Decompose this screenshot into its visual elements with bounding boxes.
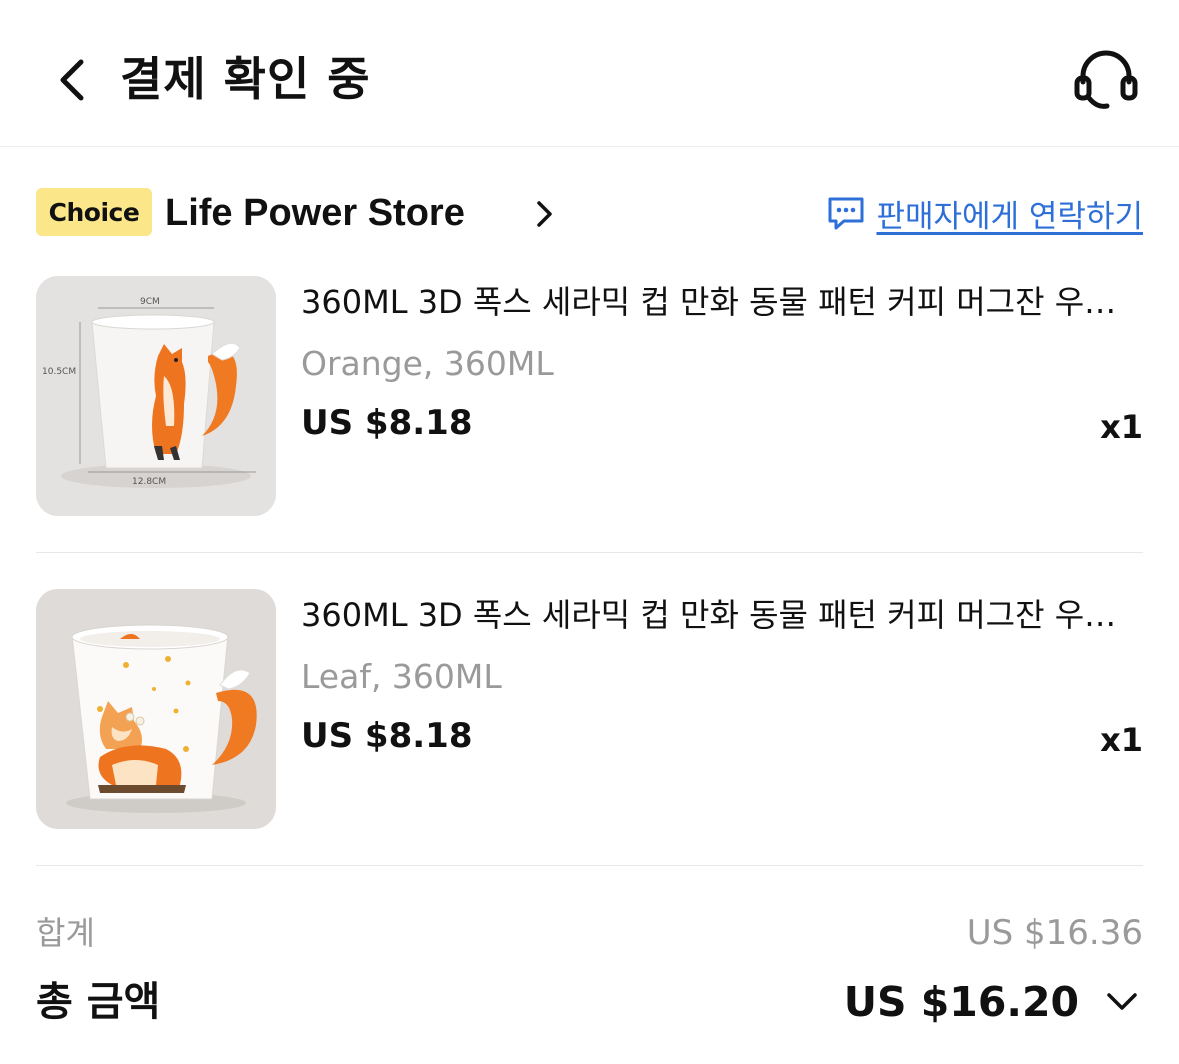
order-item: 9CM 10.5CM 12.8CM 360ML 3D 폭스 세라믹 컵 만화 동… bbox=[36, 276, 1143, 518]
product-variant: Leaf, 360ML bbox=[301, 657, 502, 696]
divider bbox=[36, 865, 1143, 866]
svg-text:12.8CM: 12.8CM bbox=[132, 477, 166, 487]
choice-badge: Choice bbox=[36, 188, 152, 236]
customer-support-button[interactable] bbox=[1068, 48, 1144, 114]
chevron-down-icon bbox=[1107, 993, 1137, 1010]
svg-text:9CM: 9CM bbox=[140, 297, 160, 307]
product-image[interactable]: 9CM 10.5CM 12.8CM bbox=[36, 276, 276, 516]
svg-text:10.5CM: 10.5CM bbox=[42, 367, 76, 377]
contact-seller-label: 판매자에게 연락하기 bbox=[876, 198, 1143, 235]
chevron-left-icon bbox=[60, 59, 84, 101]
product-quantity: x1 bbox=[1100, 408, 1143, 446]
product-title[interactable]: 360ML 3D 폭스 세라믹 컵 만화 동물 패턴 커피 머그잔 우유 컵 bbox=[301, 280, 1131, 324]
total-value[interactable]: US $16.20 bbox=[844, 972, 1079, 1032]
product-price: US $8.18 bbox=[301, 403, 473, 443]
product-variant: Orange, 360ML bbox=[301, 344, 554, 383]
total-label: 총 금액 bbox=[36, 979, 161, 1025]
store-row: Choice Life Power Store 판매자에게 연락하기 bbox=[36, 186, 1143, 240]
order-item: 360ML 3D 폭스 세라믹 컵 만화 동물 패턴 커피 머그잔 우유 컵 L… bbox=[36, 589, 1143, 831]
contact-seller-link[interactable]: 판매자에게 연락하기 bbox=[826, 190, 1143, 236]
chat-bubble-icon bbox=[828, 197, 864, 230]
fox-mug-leaf-image bbox=[36, 589, 276, 829]
total-breakdown-toggle[interactable] bbox=[1100, 984, 1144, 1020]
page-title: 결제 확인 중 bbox=[120, 52, 371, 106]
subtotal-value: US $16.36 bbox=[966, 913, 1143, 953]
product-quantity: x1 bbox=[1100, 721, 1143, 759]
subtotal-label: 합계 bbox=[36, 914, 95, 952]
product-image[interactable] bbox=[36, 589, 276, 829]
back-button[interactable] bbox=[44, 50, 100, 110]
chevron-right-icon[interactable] bbox=[532, 198, 556, 230]
header-bar: 결제 확인 중 bbox=[0, 0, 1179, 147]
fox-mug-orange-image: 9CM 10.5CM 12.8CM bbox=[36, 276, 276, 516]
divider bbox=[36, 552, 1143, 553]
store-name-link[interactable]: Life Power Store bbox=[165, 186, 465, 240]
product-title[interactable]: 360ML 3D 폭스 세라믹 컵 만화 동물 패턴 커피 머그잔 우유 컵 bbox=[301, 593, 1131, 637]
headset-icon bbox=[1074, 50, 1138, 109]
product-price: US $8.18 bbox=[301, 716, 473, 756]
